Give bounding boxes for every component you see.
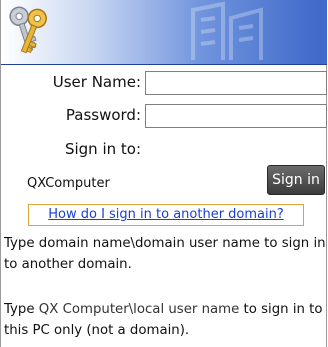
computer-name: QXComputer [27, 176, 110, 191]
username-label: User Name: [52, 73, 141, 91]
password-label: Password: [65, 106, 141, 124]
signin-dialog: User Name: Password: Sign in to: QXCompu… [0, 0, 327, 347]
keys-icon [9, 6, 47, 54]
building-watermark [191, 1, 263, 60]
username-field[interactable] [145, 71, 327, 95]
dialog-banner [1, 0, 327, 65]
help-text-local-code: QX Computer\local user name [38, 302, 240, 317]
signin-to-label: Sign in to: [64, 140, 141, 158]
password-field[interactable] [145, 104, 327, 128]
signin-button[interactable]: Sign in [267, 165, 325, 195]
help-link-another-domain[interactable]: How do I sign in to another domain? [28, 204, 304, 226]
help-text-local-prefix: Type [4, 302, 39, 317]
help-text-local: Type QX Computer\local user name to sign… [4, 299, 328, 341]
help-text-domain: Type domain name\domain user name to sig… [4, 236, 326, 272]
